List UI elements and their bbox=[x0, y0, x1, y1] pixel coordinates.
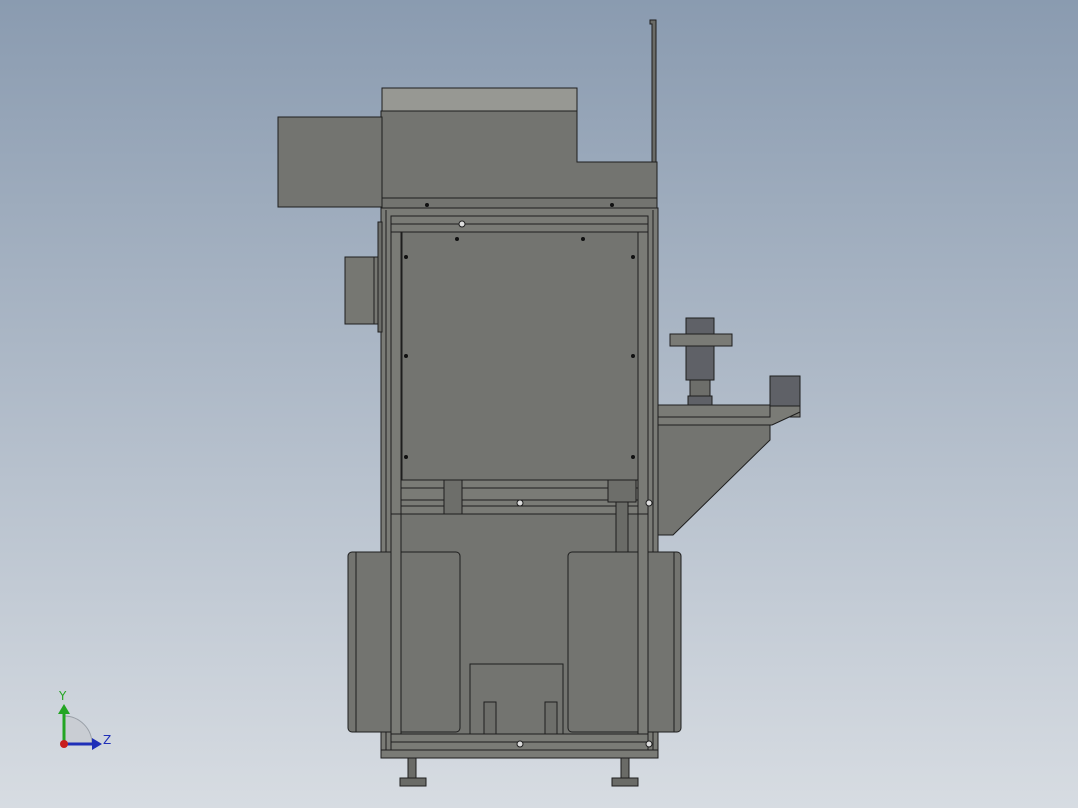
left-post-front bbox=[390, 513, 402, 751]
middle-rail bbox=[400, 479, 639, 515]
side-box bbox=[277, 116, 383, 208]
base-plate bbox=[380, 749, 659, 759]
motor-foot bbox=[687, 395, 713, 406]
rail-bracket bbox=[607, 479, 637, 503]
cad-scene: Y Z bbox=[0, 0, 1078, 808]
top-housing-cover bbox=[381, 87, 578, 113]
rail-clamp bbox=[443, 479, 463, 515]
motor-body[interactable] bbox=[685, 317, 715, 381]
3d-viewport[interactable]: Y Z bbox=[0, 0, 1078, 808]
rail-hole bbox=[516, 499, 524, 507]
main-panel bbox=[401, 231, 639, 481]
left-foot-stem bbox=[407, 757, 417, 779]
cylinder-flange bbox=[377, 221, 383, 333]
right-rail-hole bbox=[645, 499, 653, 507]
center-box-slot-left bbox=[483, 701, 497, 735]
center-box-slot-right bbox=[544, 701, 558, 735]
left-foot-pad bbox=[399, 777, 427, 787]
right-post-front bbox=[637, 513, 649, 751]
frame-hole bbox=[458, 220, 466, 228]
motor-mount bbox=[689, 379, 711, 397]
x-axis-dot bbox=[60, 740, 68, 748]
shelf-box bbox=[769, 375, 801, 407]
base-hole bbox=[516, 740, 524, 748]
z-axis-label: Z bbox=[103, 733, 111, 747]
right-foot-pad bbox=[611, 777, 639, 787]
motor-bracket bbox=[669, 333, 733, 347]
y-axis-label: Y bbox=[58, 689, 67, 703]
left-cabinet bbox=[347, 551, 461, 733]
side-cylinder bbox=[344, 256, 382, 325]
base-hole-right bbox=[645, 740, 653, 748]
right-foot-stem bbox=[620, 757, 630, 779]
right-cabinet bbox=[567, 551, 682, 733]
